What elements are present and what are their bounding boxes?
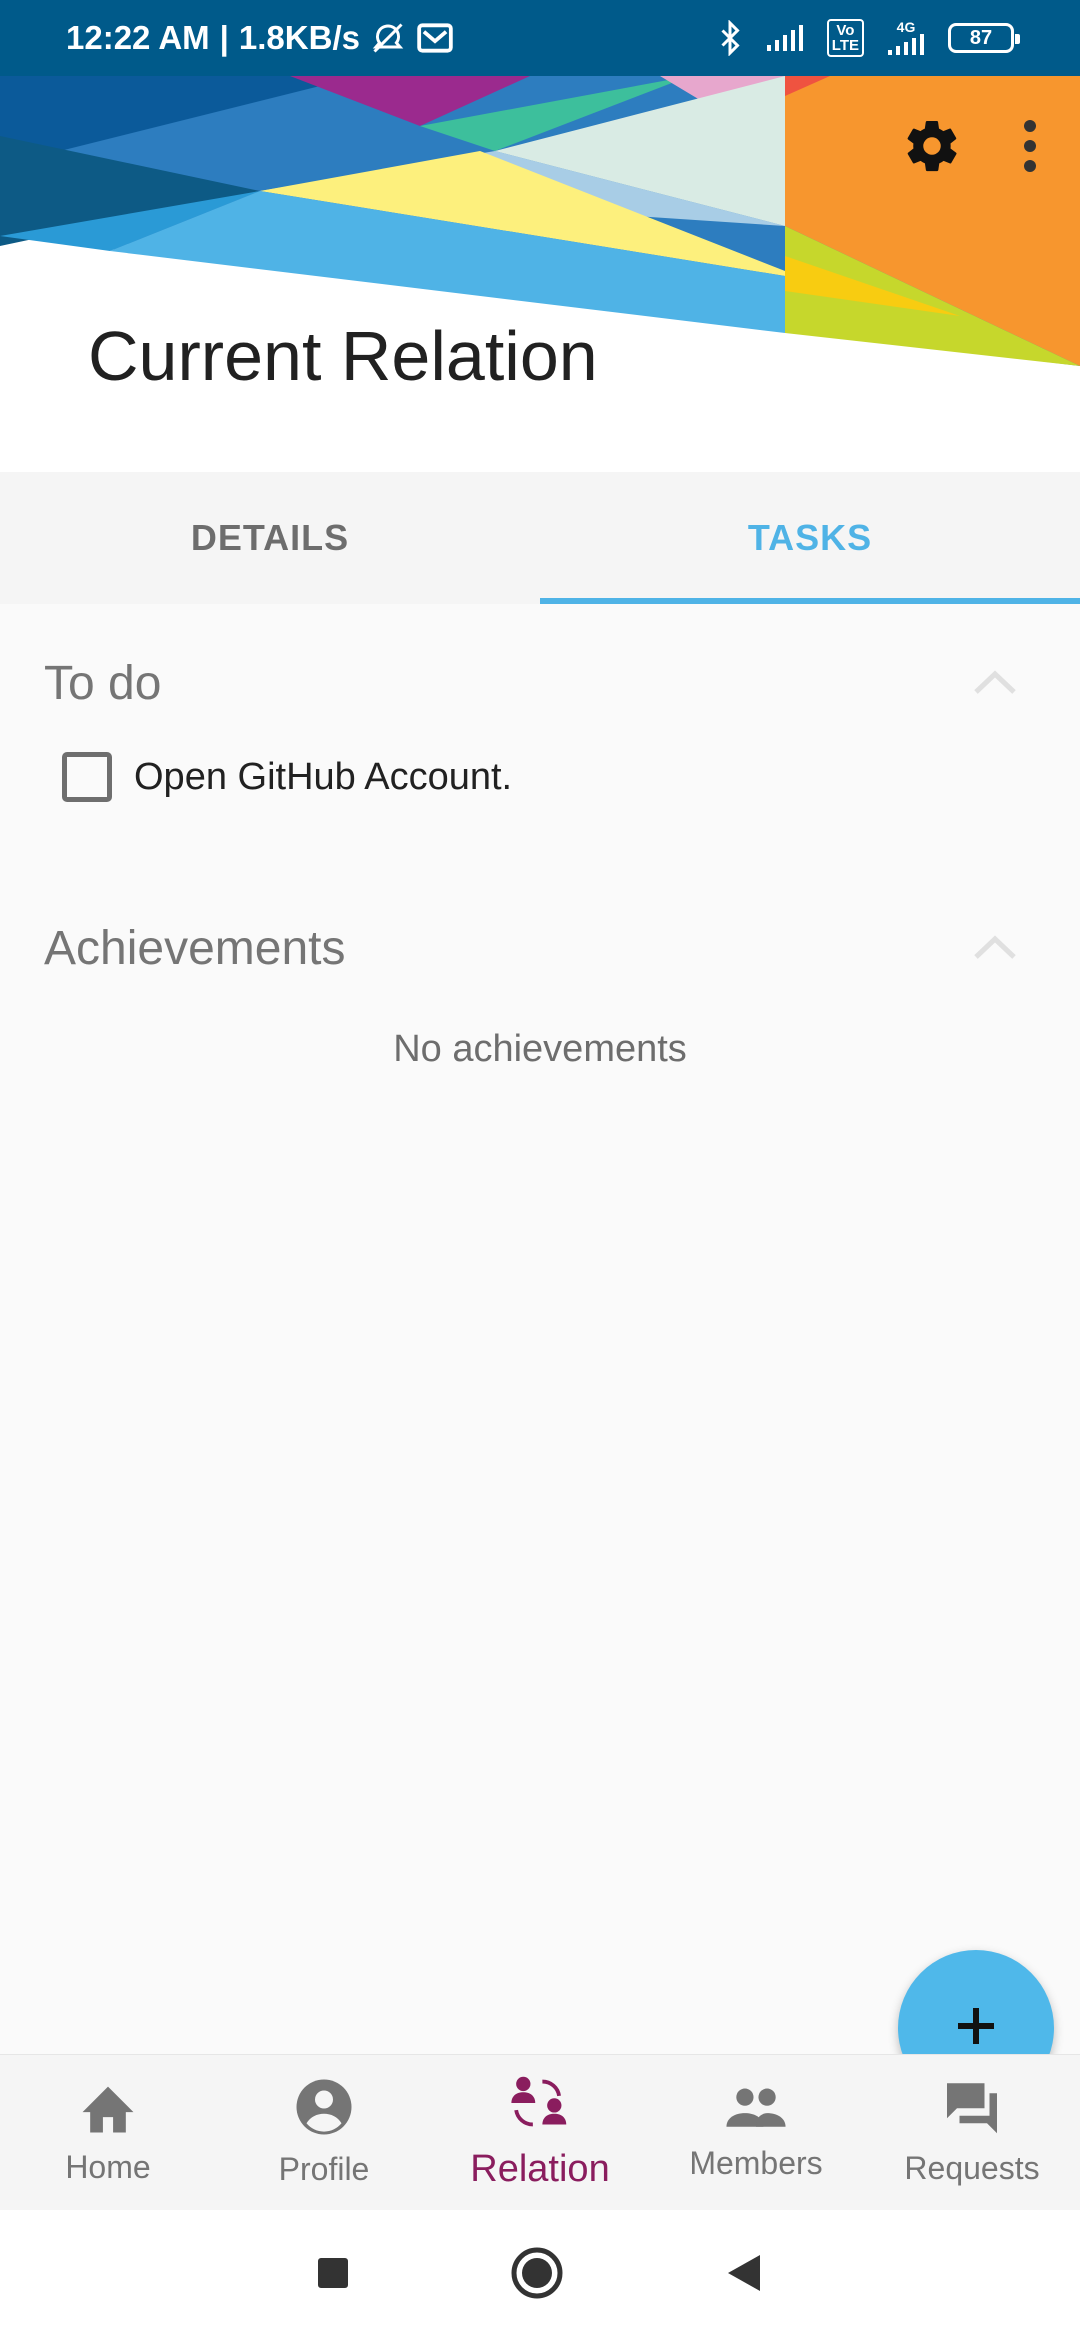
people-icon [724,2083,788,2139]
back-button[interactable] [724,2252,764,2299]
recents-button[interactable] [316,2256,350,2295]
status-right: Vo LTE 4G 87 [717,19,1020,57]
account-circle-icon [294,2077,354,2145]
signal-4g-icon: 4G [886,20,926,56]
nav-label-relation: Relation [470,2148,610,2190]
mail-icon [416,22,454,54]
chevron-up-icon[interactable] [972,931,1018,966]
task-label: Open GitHub Account. [134,755,513,798]
achievements-empty-text: No achievements [393,1028,687,1070]
status-net-speed: 1.8KB/s [238,19,360,56]
achievements-section-title: Achievements [44,921,346,975]
battery-indicator: 87 [948,23,1020,53]
nav-item-requests[interactable]: Requests [864,2055,1080,2210]
home-system-button[interactable] [510,2246,564,2305]
plus-icon [952,2002,1000,2055]
page-title: Current Relation [88,317,598,395]
more-vertical-icon[interactable] [1020,118,1040,174]
header-actions [902,116,1040,176]
header: Current Relation [0,76,1080,472]
nav-label-requests: Requests [904,2150,1040,2186]
gear-icon[interactable] [902,116,962,176]
chevron-up-icon[interactable] [972,666,1018,701]
todo-section-title: To do [44,656,162,710]
chat-icon [942,2078,1002,2144]
tab-details[interactable]: DETAILS [0,472,540,604]
system-nav-bar [0,2210,1080,2340]
task-item[interactable]: Open GitHub Account. [62,752,512,802]
relation-icon [509,2074,571,2142]
nav-label-profile: Profile [278,2151,370,2187]
network-4g-label: 4G [896,19,916,35]
tab-tasks[interactable]: TASKS [540,472,1080,604]
alarm-off-icon [370,20,406,56]
volte-badge: Vo LTE [826,19,864,57]
nav-label-members: Members [689,2145,823,2181]
status-separator: | [219,19,229,56]
status-left: 12:22 AM | 1.8KB/s [66,19,454,57]
todo-section-header[interactable]: To do [44,650,1036,716]
achievements-section-header[interactable]: Achievements [44,915,1036,981]
battery-level: 87 [969,26,993,49]
volte-bottom: LTE [831,37,859,54]
tab-bar: DETAILS TASKS [0,472,1080,604]
status-bar: 12:22 AM | 1.8KB/s Vo LTE 4G 87 [0,0,1080,76]
status-time: 12:22 AM [66,19,210,56]
nav-item-home[interactable]: Home [0,2055,216,2210]
nav-label-home: Home [65,2149,151,2185]
signal-icon [765,23,805,53]
bluetooth-icon [717,20,743,56]
bottom-nav: Home Profile Relation Members Requests [0,2054,1080,2210]
task-checkbox[interactable] [62,752,112,802]
nav-item-relation[interactable]: Relation [432,2055,648,2210]
nav-item-profile[interactable]: Profile [216,2055,432,2210]
nav-item-members[interactable]: Members [648,2055,864,2210]
home-icon [77,2079,139,2143]
